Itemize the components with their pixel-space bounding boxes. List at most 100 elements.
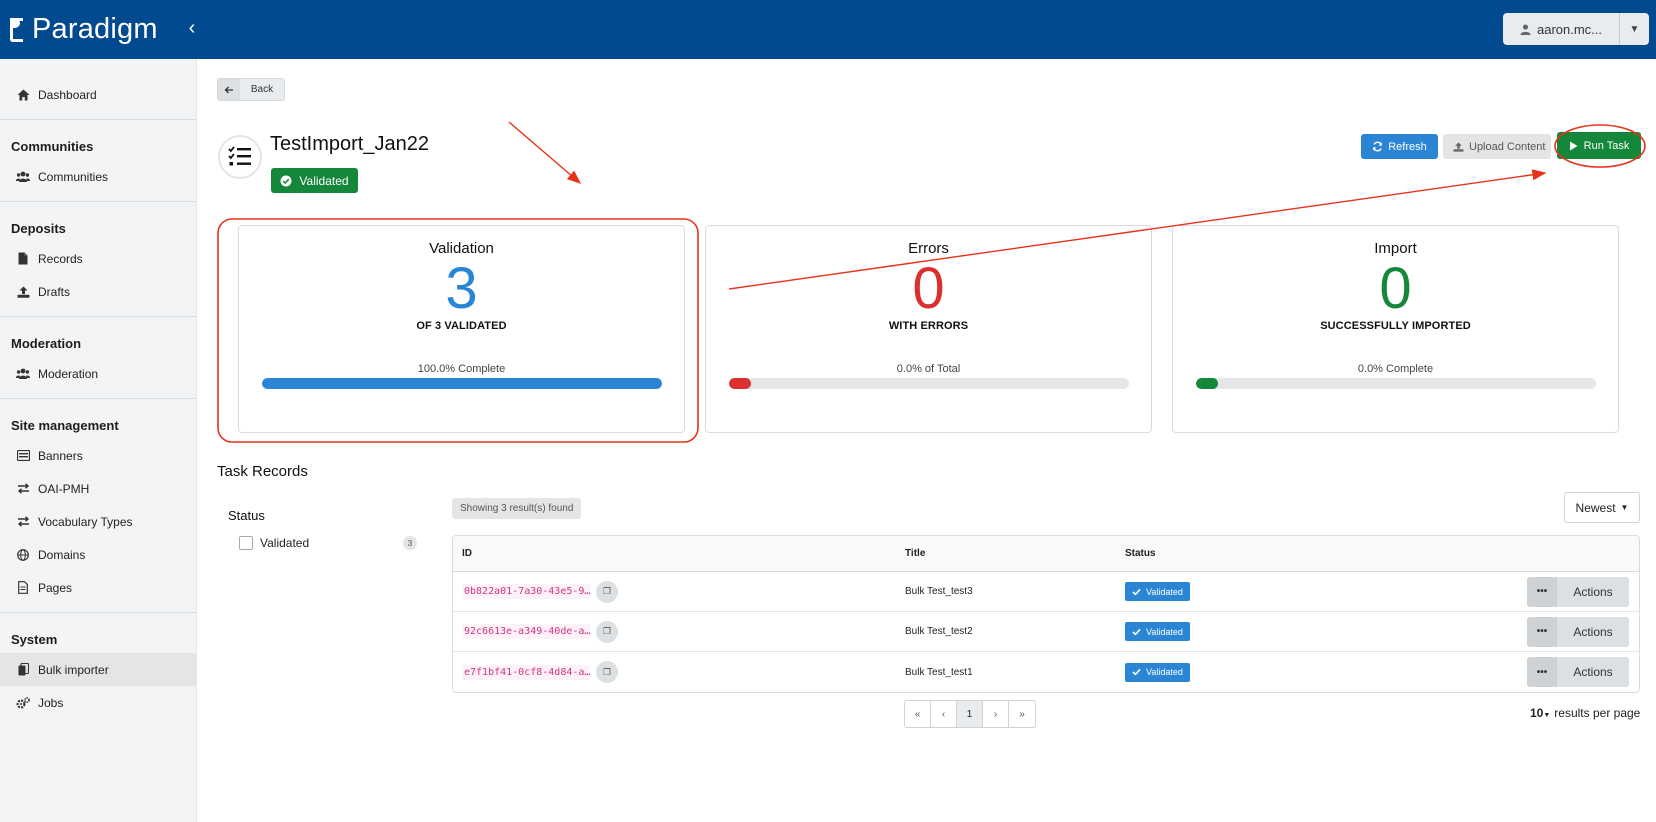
sidebar-section-site-management: Site management Banners OAI-PMH Vocabula… bbox=[0, 399, 196, 613]
ellipsis-icon: ••• bbox=[1527, 657, 1557, 687]
status-badge-text: Validated bbox=[1146, 626, 1183, 637]
sidebar-item-vocabulary-types[interactable]: Vocabulary Types bbox=[0, 505, 196, 538]
user-name: aaron.mc... bbox=[1536, 21, 1603, 37]
actions-button[interactable]: ••• Actions bbox=[1527, 616, 1629, 647]
progress-bar-fill bbox=[261, 378, 662, 389]
actions-button[interactable]: ••• Actions bbox=[1527, 576, 1629, 607]
record-title: Bulk Test_test3 bbox=[905, 586, 973, 597]
users-icon bbox=[16, 170, 30, 184]
file-text-icon bbox=[16, 581, 30, 595]
sidebar-item-moderation[interactable]: Moderation bbox=[0, 357, 196, 390]
sidebar-heading: Communities bbox=[11, 139, 94, 154]
record-actions-cell: ••• Actions bbox=[1425, 657, 1639, 687]
sidebar-item-records[interactable]: Records bbox=[0, 242, 196, 275]
page-first-button[interactable]: « bbox=[905, 701, 931, 727]
sidebar-item-domains[interactable]: Domains bbox=[0, 538, 196, 571]
sidebar-heading: Moderation bbox=[11, 336, 82, 351]
filter-label: Validated bbox=[260, 536, 310, 550]
status-badge-text: Validated bbox=[1146, 667, 1183, 677]
progress-label: 100.0% Complete bbox=[417, 363, 506, 375]
sidebar-item-label: Dashboard bbox=[38, 87, 97, 102]
results-count-badge: Showing 3 result(s) found bbox=[452, 498, 582, 519]
status-badge: Validated bbox=[1125, 622, 1190, 641]
table-header: ID Title Status bbox=[453, 536, 1639, 572]
sidebar-item-label: Banners bbox=[38, 448, 83, 463]
card-subtitle: OF 3 VALIDATED bbox=[416, 320, 507, 332]
check-icon bbox=[1132, 628, 1141, 636]
record-actions-cell: ••• Actions bbox=[1425, 576, 1639, 607]
run-task-label: Run Task bbox=[1583, 139, 1630, 152]
column-header-title: Title bbox=[905, 548, 926, 559]
filter-heading: Status bbox=[228, 508, 265, 523]
record-id-cell: 92c6613e-a349-40de-a… ❐ bbox=[453, 620, 905, 643]
sidebar-item-label: Vocabulary Types bbox=[38, 514, 133, 529]
user-menu-main[interactable]: aaron.mc... bbox=[1503, 13, 1619, 45]
sidebar-item-jobs[interactable]: Jobs bbox=[0, 686, 196, 719]
brand-logo[interactable]: Paradigm bbox=[10, 10, 158, 48]
copy-icon[interactable]: ❐ bbox=[596, 580, 618, 603]
sidebar-collapse-button[interactable]: ‹ bbox=[182, 16, 202, 40]
card-title: Errors bbox=[908, 240, 949, 257]
table-row: 92c6613e-a349-40de-a… ❐ Bulk Test_test2 … bbox=[453, 612, 1639, 652]
sidebar-item-dashboard[interactable]: Dashboard bbox=[0, 78, 196, 111]
filter-validated[interactable]: Validated 3 bbox=[239, 535, 417, 551]
page-prev-button[interactable]: ‹ bbox=[931, 701, 957, 727]
brand-name: Paradigm bbox=[32, 12, 158, 45]
sidebar-item-banners[interactable]: Banners bbox=[0, 439, 196, 472]
back-button[interactable]: Back bbox=[217, 78, 285, 101]
task-status-badge: Validated bbox=[271, 168, 358, 193]
per-page-dropdown[interactable]: 10▼ bbox=[1530, 706, 1550, 720]
refresh-button[interactable]: Refresh bbox=[1361, 134, 1438, 159]
check-circle-icon bbox=[280, 175, 292, 186]
sidebar-item-drafts[interactable]: Drafts bbox=[0, 275, 196, 308]
record-id-cell: 0b822a01-7a30-43e5-9… ❐ bbox=[453, 580, 905, 603]
caret-down-icon: ▼ bbox=[1620, 503, 1629, 512]
copy-icon bbox=[16, 663, 30, 677]
errors-card: Errors 0 WITH ERRORS 0.0% of Total bbox=[705, 225, 1152, 433]
copy-icon[interactable]: ❐ bbox=[596, 661, 618, 683]
copy-icon[interactable]: ❐ bbox=[596, 620, 618, 643]
ellipsis-icon: ••• bbox=[1527, 576, 1557, 607]
record-id[interactable]: 92c6613e-a349-40de-a… bbox=[462, 624, 590, 639]
top-navbar: Paradigm ‹ aaron.mc... ▼ bbox=[0, 0, 1656, 59]
exchange-icon bbox=[16, 515, 30, 529]
actions-button[interactable]: ••• Actions bbox=[1527, 657, 1629, 687]
user-menu-button[interactable]: aaron.mc... ▼ bbox=[1503, 13, 1649, 45]
page-title: TestImport_Jan22 bbox=[270, 133, 429, 155]
back-button-label: Back bbox=[250, 84, 274, 95]
progress-bar-fill bbox=[728, 378, 751, 389]
user-menu-caret-icon[interactable]: ▼ bbox=[1619, 13, 1649, 45]
refresh-icon bbox=[1373, 141, 1383, 152]
user-icon bbox=[1520, 23, 1531, 35]
sidebar-item-label: Communities bbox=[38, 169, 109, 184]
upload-icon bbox=[16, 285, 30, 299]
table-row: e7f1bf41-0cf8-4d84-a… ❐ Bulk Test_test1 … bbox=[453, 652, 1639, 692]
sidebar-item-pages[interactable]: Pages bbox=[0, 571, 196, 604]
sort-dropdown[interactable]: Newest ▼ bbox=[1564, 492, 1640, 523]
page-next-button[interactable]: › bbox=[983, 701, 1009, 727]
status-badge-text: Validated bbox=[1146, 586, 1183, 597]
banner-icon bbox=[16, 449, 30, 463]
page-last-button[interactable]: » bbox=[1009, 701, 1035, 727]
error-count: 0 bbox=[912, 256, 945, 321]
status-badge: Validated bbox=[1125, 662, 1190, 682]
run-task-button[interactable]: Run Task bbox=[1557, 132, 1641, 159]
paradigm-logo-icon bbox=[10, 18, 23, 42]
upload-content-button[interactable]: Upload Content bbox=[1443, 134, 1551, 159]
sidebar: Dashboard Communities Communities Deposi… bbox=[0, 59, 197, 822]
record-id[interactable]: e7f1bf41-0cf8-4d84-a… bbox=[462, 664, 590, 680]
record-id[interactable]: 0b822a01-7a30-43e5-9… bbox=[462, 584, 590, 599]
ellipsis-icon: ••• bbox=[1527, 616, 1557, 647]
sidebar-item-communities[interactable]: Communities bbox=[0, 160, 196, 193]
column-header-status: Status bbox=[1125, 548, 1156, 559]
filter-checkbox[interactable] bbox=[239, 536, 253, 550]
sidebar-item-bulk-importer[interactable]: Bulk importer bbox=[0, 653, 196, 686]
page-current-button[interactable]: 1 bbox=[957, 701, 983, 727]
arrow-left-icon bbox=[218, 79, 240, 100]
sidebar-item-oai-pmh[interactable]: OAI-PMH bbox=[0, 472, 196, 505]
sidebar-item-label: Moderation bbox=[38, 366, 99, 381]
pagination: « ‹ 1 › » bbox=[904, 700, 1036, 728]
upload-content-label: Upload Content bbox=[1469, 140, 1546, 153]
card-title: Validation bbox=[429, 240, 494, 257]
card-subtitle: SUCCESSFULLY IMPORTED bbox=[1320, 320, 1471, 332]
